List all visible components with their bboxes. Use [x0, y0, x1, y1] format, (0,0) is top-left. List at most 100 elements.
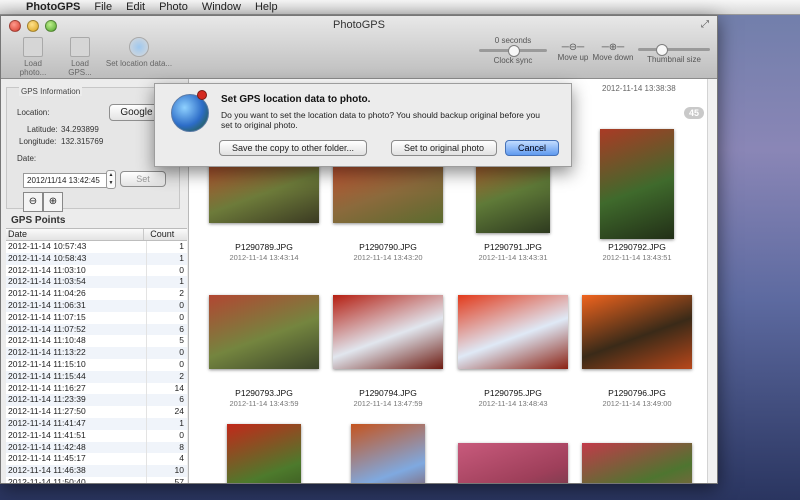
row-date: 2012-11-14 11:15:44: [6, 370, 147, 383]
thumbnail-size-knob[interactable]: [656, 44, 668, 56]
move-up-button[interactable]: ─⊖─ Move up: [556, 42, 590, 62]
row-count: 0: [179, 429, 184, 440]
move-up-icon: ─⊖─: [561, 42, 585, 53]
table-row[interactable]: 2012-11-14 11:03:54 1: [6, 276, 187, 289]
clock-sync-slider[interactable]: [479, 45, 547, 57]
row-count: 57: [174, 476, 184, 484]
load-gps-button[interactable]: Load GPS...: [59, 37, 101, 77]
photo-filename: P1290789.JPG: [235, 242, 293, 252]
photo-thumbnail[interactable]: [227, 424, 301, 483]
row-count: 2: [179, 288, 184, 299]
table-row[interactable]: 2012-11-14 11:46:38 10: [6, 465, 187, 477]
photo-thumbnail[interactable]: [458, 295, 568, 369]
photo-date: 2012-11-14 13:47:59: [353, 399, 423, 408]
thumbnail-size-label: Thumbnail size: [647, 55, 701, 64]
row-count: 1: [179, 276, 184, 287]
load-photo-button[interactable]: Load photo...: [11, 37, 55, 77]
table-row[interactable]: 2012-11-14 11:07:52 6: [6, 323, 187, 336]
clock-sync-knob[interactable]: [508, 45, 520, 57]
row-count: 14: [174, 382, 184, 393]
table-row[interactable]: 2012-11-14 11:41:47 1: [6, 417, 187, 430]
table-row[interactable]: 2012-11-14 11:50:40 57: [6, 476, 187, 484]
menu-file[interactable]: File: [94, 1, 112, 13]
table-row[interactable]: 2012-11-14 11:15:10 0: [6, 358, 187, 371]
row-count: 0: [179, 311, 184, 322]
column-date-header[interactable]: Date: [6, 229, 145, 240]
menu-window[interactable]: Window: [202, 1, 241, 13]
date-stepper[interactable]: ▲ ▼: [106, 170, 116, 189]
menu-edit[interactable]: Edit: [126, 1, 145, 13]
table-row[interactable]: 2012-11-14 11:23:39 6: [6, 394, 187, 407]
table-row[interactable]: 2012-11-14 11:06:31 0: [6, 299, 187, 312]
photo-date: 2012-11-14 13:49:00: [602, 399, 672, 408]
photo-thumbnail[interactable]: [600, 129, 674, 239]
photo-filename: P1290794.JPG: [359, 388, 417, 398]
table-row[interactable]: 2012-11-14 11:41:51 0: [6, 429, 187, 442]
row-count: 0: [179, 358, 184, 369]
photo-filename: P1290792.JPG: [608, 242, 666, 252]
set-date-button[interactable]: Set: [120, 171, 166, 187]
table-row[interactable]: 2012-11-14 11:27:50 24: [6, 406, 187, 418]
table-row[interactable]: 2012-11-14 11:07:15 0: [6, 311, 187, 324]
row-date: 2012-11-14 11:06:31: [6, 299, 147, 312]
photo-thumbnail[interactable]: [458, 443, 568, 483]
photo-date: 2012-11-14 13:43:14: [229, 253, 299, 262]
table-row[interactable]: 2012-11-14 10:57:43 1: [6, 241, 187, 253]
table-row[interactable]: 2012-11-14 11:42:48 8: [6, 441, 187, 454]
map-pin-icon: [197, 90, 207, 100]
row-date: 2012-11-14 11:50:40: [6, 476, 147, 483]
photo-thumbnail[interactable]: [582, 443, 692, 483]
photo-thumbnail[interactable]: [351, 424, 425, 483]
top-photo-date: 2012-11-14 13:38:38: [602, 84, 676, 93]
load-photo-label: Load photo...: [19, 59, 47, 77]
table-row[interactable]: 2012-11-14 11:10:48 5: [6, 335, 187, 348]
table-row[interactable]: 2012-11-14 11:45:17 4: [6, 453, 187, 466]
window-title: PhotoGPS: [333, 19, 385, 31]
photo-filename: P1290790.JPG: [359, 242, 417, 252]
table-row[interactable]: 2012-11-14 11:16:27 14: [6, 382, 187, 395]
thumbnail-size-slider[interactable]: [638, 44, 710, 56]
move-down-point-icon[interactable]: ⊕: [43, 192, 63, 212]
load-gps-label: Load GPS...: [68, 59, 92, 77]
table-row[interactable]: 2012-11-14 11:13:22 0: [6, 347, 187, 359]
row-date: 2012-11-14 11:04:26: [6, 288, 147, 300]
row-date: 2012-11-14 11:27:50: [6, 406, 147, 418]
photo-filename: P1290795.JPG: [484, 388, 542, 398]
column-count-header[interactable]: Count: [144, 229, 187, 240]
table-row[interactable]: 2012-11-14 11:04:26 2: [6, 288, 187, 300]
photo-thumbnail[interactable]: [582, 295, 692, 369]
photo-filename: P1290793.JPG: [235, 388, 293, 398]
row-date: 2012-11-14 11:10:48: [6, 335, 147, 348]
cancel-button[interactable]: Cancel: [505, 140, 559, 156]
save-copy-button[interactable]: Save the copy to other folder...: [219, 140, 367, 156]
row-date: 2012-11-14 11:41:51: [6, 429, 147, 442]
photo-thumbnail[interactable]: [209, 295, 319, 369]
dialog-title: Set GPS location data to photo.: [221, 94, 371, 105]
clock-sync-label: Clock sync: [493, 56, 533, 65]
row-count: 24: [174, 406, 184, 417]
photo-thumbnail[interactable]: [333, 295, 443, 369]
clock-sync-control: 0 seconds Clock sync: [479, 36, 547, 65]
date-field[interactable]: 2012/11/14 13:42:45: [23, 173, 108, 188]
menu-help[interactable]: Help: [255, 1, 278, 13]
title-bar: PhotoGPS ⤢ Load photo... Load GPS... Set…: [1, 16, 717, 79]
row-date: 2012-11-14 11:07:15: [6, 311, 147, 324]
move-down-button[interactable]: ─⊕─ Move down: [592, 42, 634, 62]
row-count: 8: [179, 441, 184, 452]
table-row[interactable]: 2012-11-14 10:58:43 1: [6, 252, 187, 265]
set-original-button[interactable]: Set to original photo: [391, 140, 497, 156]
fullscreen-icon[interactable]: ⤢: [701, 19, 709, 30]
row-count: 6: [179, 394, 184, 405]
move-down-label: Move down: [592, 53, 634, 62]
clock-sync-value: 0 seconds: [494, 36, 532, 45]
row-count: 4: [179, 453, 184, 464]
set-location-button[interactable]: Set location data...: [104, 37, 174, 68]
table-row[interactable]: 2012-11-14 11:03:10 0: [6, 264, 187, 277]
menu-app-name[interactable]: PhotoGPS: [26, 1, 80, 13]
photo-grid-scrollbar[interactable]: [707, 79, 717, 483]
row-date: 2012-11-14 11:15:10: [6, 358, 147, 371]
menu-photo[interactable]: Photo: [159, 1, 188, 13]
move-up-point-icon[interactable]: ⊖: [23, 192, 43, 212]
table-row[interactable]: 2012-11-14 11:15:44 2: [6, 370, 187, 383]
latitude-value: 34.293899: [61, 125, 99, 134]
